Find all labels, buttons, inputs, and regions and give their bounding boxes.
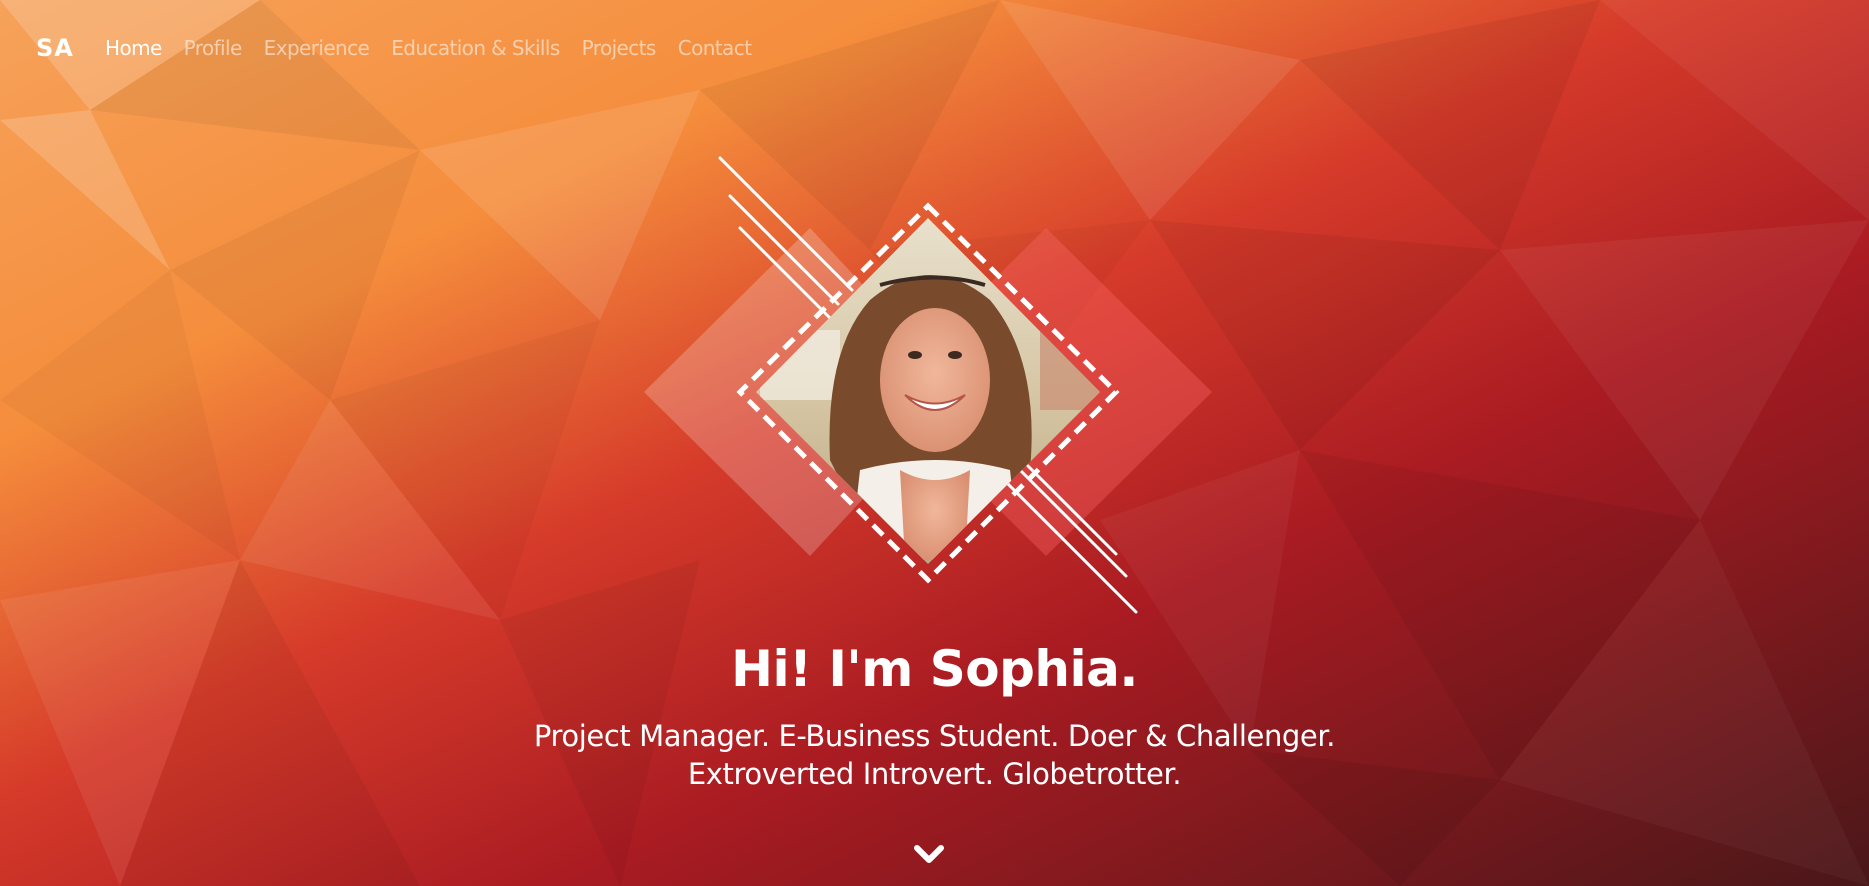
- nav-item-projects[interactable]: Projects: [582, 36, 657, 60]
- chevron-down-icon[interactable]: [913, 842, 945, 868]
- nav-item-education-skills[interactable]: Education & Skills: [391, 36, 560, 60]
- hero-title: Hi! I'm Sophia.: [731, 640, 1138, 698]
- main-nav: Home Profile Experience Education & Skil…: [105, 36, 752, 60]
- nav-item-contact[interactable]: Contact: [678, 36, 752, 60]
- nav-item-experience[interactable]: Experience: [264, 36, 370, 60]
- nav-item-profile[interactable]: Profile: [184, 36, 243, 60]
- hero-subtitle-line-1: Project Manager. E-Business Student. Doe…: [533, 719, 1336, 753]
- hero-subtitle: Project Manager. E-Business Student. Doe…: [0, 717, 1869, 793]
- nav-item-home[interactable]: Home: [105, 36, 162, 60]
- brand-logo[interactable]: SA: [36, 34, 74, 62]
- navbar: SA Home Profile Experience Education & S…: [0, 0, 1869, 100]
- hero-subtitle-line-2: Extroverted Introvert. Globetrotter.: [687, 757, 1182, 791]
